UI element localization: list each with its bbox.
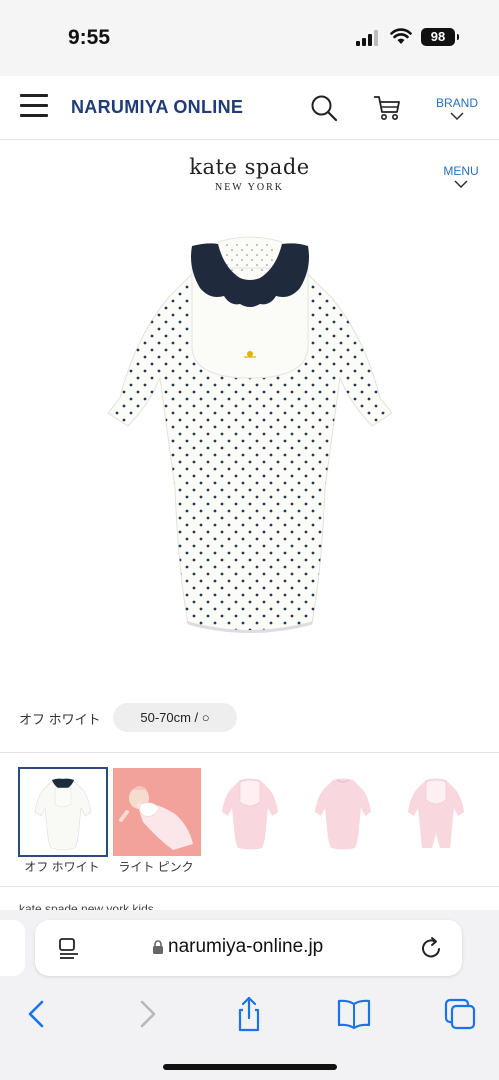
address-bar[interactable]: narumiya-online.jp — [35, 920, 462, 976]
url-text: narumiya-online.jp — [168, 936, 324, 957]
reload-icon[interactable] — [420, 935, 444, 961]
status-time: 9:55 — [68, 26, 111, 49]
home-indicator — [163, 1064, 337, 1070]
site-header: NARUMIYA ONLINE BRAND — [0, 76, 499, 140]
thumbnail-pink-gown-bib[interactable] — [206, 768, 294, 856]
thumbnail-off-white[interactable] — [18, 767, 108, 857]
thumbnail-label: オフ ホワイト — [24, 860, 100, 874]
brand-logo: kate spade NEW YORK — [0, 155, 499, 193]
cart-icon[interactable] — [372, 93, 402, 123]
thumbnail-label: ライト ピンク — [118, 860, 194, 874]
menu-label: MENU — [443, 164, 479, 178]
tabs-icon[interactable] — [440, 994, 480, 1034]
brand-label: BRAND — [435, 96, 478, 110]
brand-dropdown[interactable]: BRAND — [432, 96, 482, 120]
browser-bottom-bar: narumiya-online.jp — [0, 910, 499, 1080]
status-bar: 9:55 98 — [0, 0, 499, 76]
page-menu-icon[interactable] — [57, 936, 81, 960]
brand-menu-dropdown[interactable]: MENU — [440, 164, 482, 188]
thumbnail-light-pink-model[interactable] — [113, 768, 201, 856]
wifi-icon — [390, 28, 412, 44]
size-option-button[interactable]: 50-70cm / ○ — [113, 703, 237, 732]
cellular-signal-icon — [356, 30, 378, 46]
brand-name-text: kate spade new york kids — [19, 902, 154, 910]
selected-color-label: オフ ホワイト — [19, 712, 101, 727]
chevron-down-icon — [450, 112, 464, 120]
divider — [0, 886, 499, 887]
site-title[interactable]: NARUMIYA ONLINE — [71, 97, 243, 118]
divider — [0, 752, 499, 753]
battery-indicator: 98 — [421, 28, 459, 46]
share-icon[interactable] — [229, 994, 269, 1034]
forward-icon[interactable] — [126, 994, 166, 1034]
hamburger-menu-icon[interactable] — [20, 94, 48, 120]
bookmarks-icon[interactable] — [334, 994, 374, 1034]
previous-tab-preview[interactable] — [0, 920, 25, 976]
back-icon[interactable] — [18, 994, 58, 1034]
brand-logo-name: kate spade — [189, 155, 310, 179]
thumbnail-pink-romper[interactable] — [392, 768, 480, 856]
lock-icon — [153, 940, 163, 954]
search-icon[interactable] — [309, 93, 339, 123]
brand-logo-city: NEW YORK — [214, 182, 285, 193]
chevron-down-icon — [454, 180, 468, 188]
product-image[interactable] — [100, 228, 400, 648]
thumbnail-pink-gown[interactable] — [299, 768, 387, 856]
